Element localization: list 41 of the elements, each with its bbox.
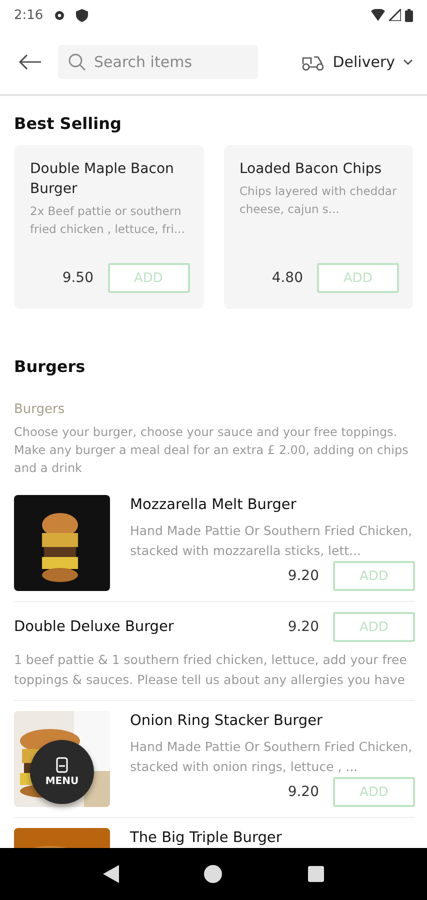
product-price: 9.50 [62,270,94,286]
item-name: Onion Ring Stacker Burger [130,713,324,729]
add-button[interactable]: ADD [108,263,190,293]
product-card[interactable]: Double Maple Bacon Burger 2x Beef pattie or southern fried chicken , lettuce, fri... 9.50 ADD [14,145,204,309]
item-description: 1 beef pattie & 1 southern fried chicken, lettuce, add your free toppings & sauces. Please tell us about any allergies you have [14,651,408,689]
recents-nav-icon[interactable] [308,866,324,882]
category-description: Choose your burger, choose your sauce and your free toppings. Make any burger a meal deal for an extra £ 2.00, adding on chips and a drink [13,424,410,477]
product-card[interactable]: Loaded Bacon Chips Chips layered with cheddar cheese, cajun s... 4.80 ADD [224,145,413,309]
category-title: Burgers [13,402,66,417]
add-button[interactable]: ADD [333,561,415,591]
search-icon [68,53,86,71]
wifi-icon [371,9,385,21]
document-icon [56,757,68,773]
home-nav-icon[interactable] [204,865,222,883]
add-button[interactable]: ADD [333,777,415,807]
item-description: Hand Made Pattie Or Southern Fried Chicken, stacked with mozzarella sticks, lett... [130,522,414,560]
back-button[interactable] [18,54,42,70]
section-title: Burgers [13,357,86,376]
status-time: 2:16 [14,8,44,22]
item-name: Mozzarella Melt Burger [130,497,298,513]
product-name: Loaded Bacon Chips [240,160,383,179]
add-button[interactable]: ADD [317,263,399,293]
signal-icon [389,9,401,21]
back-nav-icon[interactable] [102,865,119,883]
search-field[interactable]: Search items [58,45,258,79]
item-name: Double Deluxe Burger [14,619,174,635]
item-price: 9.20 [288,784,319,800]
section-title: Best Selling [13,114,122,133]
product-description: Chips layered with cheddar cheese, cajun s... [240,183,398,218]
shield-icon [76,8,88,22]
add-button[interactable]: ADD [333,612,415,642]
product-name: Double Maple Bacon Burger [30,160,175,199]
item-description: Hand Made Pattie Or Southern Fried Chicken, stacked with onion rings, lettuce , ... [130,738,414,776]
product-description: 2x Beef pattie or southern fried chicken , lettuce, fri... [30,203,186,238]
delivery-dropdown[interactable]: Delivery [300,53,413,71]
item-name: The Big Triple Burger [130,830,283,846]
chevron-down-icon [403,59,413,65]
product-price: 4.80 [272,270,303,286]
item-price: 9.20 [288,619,319,635]
item-price: 9.20 [288,568,319,584]
battery-icon [405,8,413,22]
